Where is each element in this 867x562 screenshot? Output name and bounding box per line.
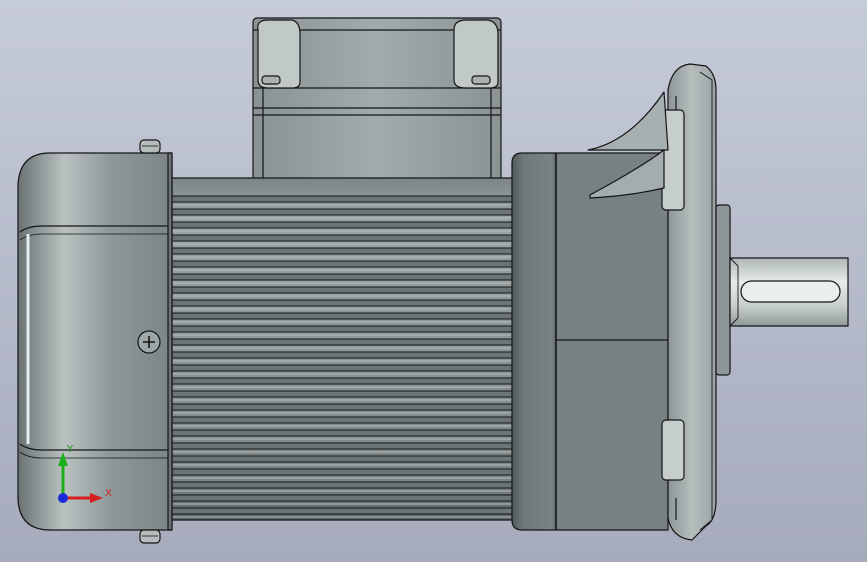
fin-groove — [171, 507, 513, 515]
cover-screw[interactable] — [139, 529, 161, 544]
fin-groove — [171, 390, 513, 398]
cad-3d-viewport[interactable]: X Y — [0, 0, 867, 562]
fin-groove — [171, 286, 513, 294]
keyway — [740, 280, 841, 303]
fin-groove — [171, 351, 513, 359]
fin-groove — [171, 494, 513, 502]
fin-groove — [171, 429, 513, 437]
triad-y-label: Y — [66, 444, 74, 455]
fin-groove — [171, 442, 513, 450]
fin-groove — [171, 195, 513, 203]
terminal-box[interactable] — [252, 17, 502, 181]
fin-groove — [171, 260, 513, 268]
fin-groove — [171, 208, 513, 216]
fin-groove — [171, 403, 513, 411]
gear-housing[interactable] — [511, 152, 669, 531]
fin-groove — [171, 481, 513, 489]
fin-groove — [171, 338, 513, 346]
fin-groove — [171, 273, 513, 281]
fin-groove — [171, 468, 513, 476]
fin-groove — [171, 299, 513, 307]
fin-groove — [171, 234, 513, 242]
fin-groove — [171, 312, 513, 320]
screw-icon — [261, 75, 281, 85]
fan-cover[interactable] — [17, 139, 173, 544]
cooling-fins[interactable] — [169, 177, 515, 521]
fin-groove — [171, 325, 513, 333]
fin-groove — [171, 377, 513, 385]
triad-x-label: X — [105, 488, 112, 499]
fin-groove — [171, 455, 513, 463]
cover-screw[interactable] — [137, 330, 161, 354]
fin-groove — [171, 364, 513, 372]
screw-icon — [471, 75, 491, 85]
fin-groove — [171, 247, 513, 255]
output-shaft[interactable] — [729, 257, 849, 327]
fin-groove — [171, 416, 513, 424]
cover-screw[interactable] — [139, 139, 161, 154]
fin-groove — [171, 221, 513, 229]
